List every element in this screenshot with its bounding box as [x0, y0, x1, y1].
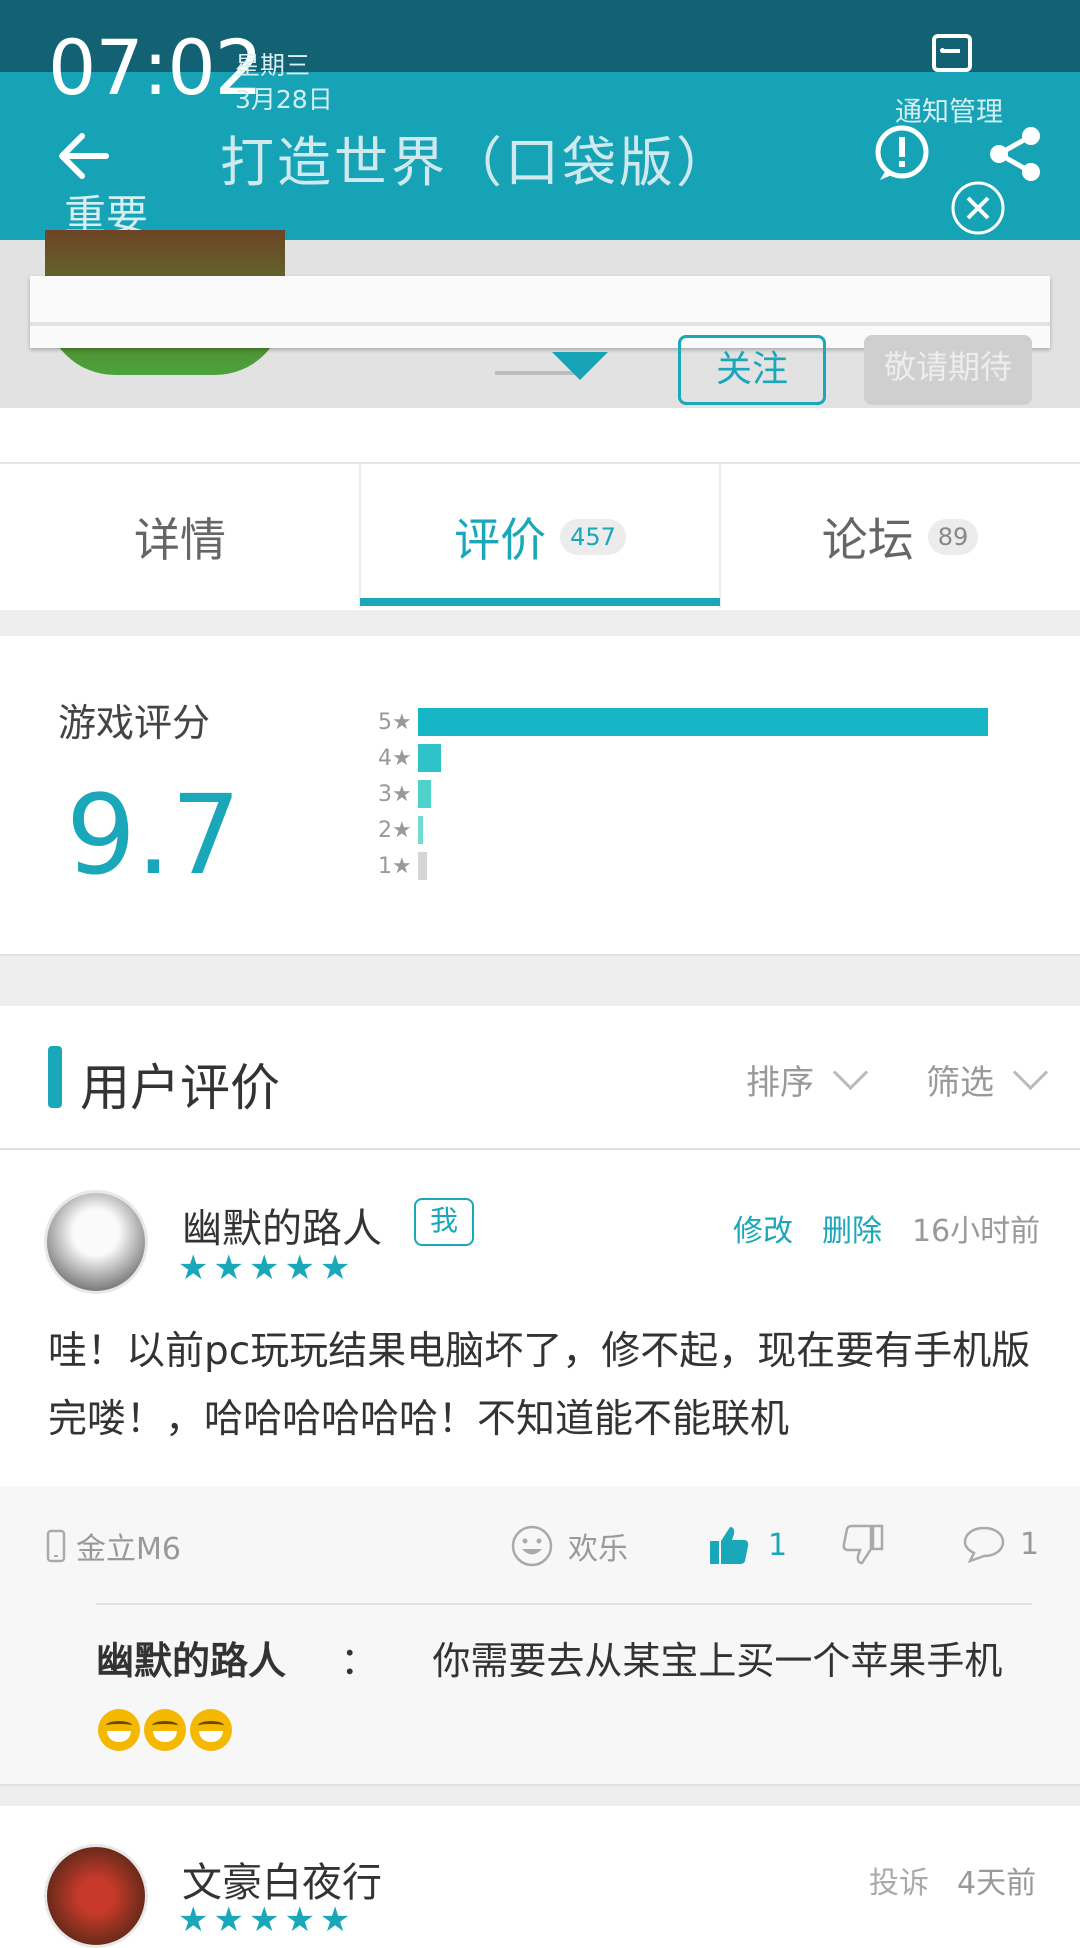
download-arrow-icon[interactable]: [552, 352, 608, 380]
tab-reviews-count: 457: [560, 519, 626, 555]
reply-text: 你需要去从某宝上买一个苹果手机: [432, 1639, 1003, 1683]
like-button[interactable]: 1: [708, 1524, 787, 1566]
review-time: 4天前: [957, 1866, 1037, 1901]
filter-chevron-down-icon[interactable]: [1012, 1054, 1049, 1091]
comment-bubble-icon: [963, 1526, 1005, 1564]
comment-button[interactable]: 1: [962, 1524, 1039, 1564]
grin-emoji-icon: [144, 1708, 186, 1751]
rating-row-label: 1★: [378, 853, 412, 879]
avatar[interactable]: [44, 1844, 148, 1948]
tab-reviews[interactable]: 评价 457: [360, 464, 720, 610]
rating-label: 游戏评分: [58, 701, 211, 745]
rating-row-label: 4★: [378, 745, 412, 771]
like-count: 1: [768, 1527, 788, 1563]
reviews-section-title: 用户评价: [80, 1059, 280, 1117]
section-accent-bar: [48, 1046, 62, 1108]
tab-bar: 详情 评价 457 论坛 89: [0, 462, 1080, 612]
tab-reviews-label: 评价: [454, 513, 547, 567]
sort-label: 排序: [746, 1063, 814, 1103]
rating-row-1: 1★: [378, 852, 427, 880]
notification-settings-icon[interactable]: [932, 34, 972, 72]
edit-review-link[interactable]: 修改: [733, 1206, 793, 1250]
rating-score: 9.7: [66, 771, 241, 899]
rating-row-5: 5★: [378, 708, 988, 736]
rating-row-2: 2★: [378, 816, 423, 844]
comment-count: 1: [1020, 1526, 1040, 1562]
reply: 幽默的路人 ： 你需要去从某宝上买一个苹果手机: [96, 1628, 1036, 1760]
tab-forum-count: 89: [927, 519, 979, 555]
section-gap: [0, 954, 1080, 1006]
grin-emoji-icon: [190, 1708, 232, 1751]
section-gap: [0, 610, 1080, 636]
avatar[interactable]: [44, 1190, 148, 1294]
rating-row-3: 3★: [378, 780, 431, 808]
section-gap: [0, 1786, 1080, 1806]
review-time: 16小时前: [912, 1214, 1041, 1249]
rating-row-label: 3★: [378, 781, 412, 807]
dislike-button[interactable]: [842, 1524, 884, 1566]
phone-icon: [46, 1529, 66, 1563]
reply-divider: [96, 1603, 1032, 1605]
tab-details-label: 详情: [134, 513, 226, 567]
popup-divider: [30, 322, 1050, 326]
review-text: 哇！以前pc玩玩结果电脑坏了，修不起，现在要有手机版完喽！，哈哈哈哈哈哈！不知道…: [48, 1329, 1031, 1442]
rating-row-label: 5★: [378, 709, 412, 735]
rating-bar-3: [418, 780, 431, 808]
review-username[interactable]: 幽默的路人: [182, 1196, 382, 1254]
rating-bar-2: [418, 816, 423, 844]
status-weekday: 星期三: [235, 51, 311, 80]
coming-soon-button[interactable]: 敬请期待: [864, 335, 1032, 405]
thumbs-down-icon: [842, 1524, 884, 1565]
report-icon[interactable]: [872, 124, 932, 184]
delete-review-link[interactable]: 删除: [822, 1206, 882, 1250]
tab-details[interactable]: 详情: [0, 464, 360, 610]
page-title: 打造世界（口袋版）: [220, 131, 733, 194]
back-arrow-icon[interactable]: [52, 124, 116, 188]
rating-bar-5: [418, 708, 988, 736]
status-time: 07:02: [48, 23, 263, 112]
active-tab-indicator: [360, 598, 720, 606]
filter-label: 筛选: [926, 1063, 994, 1103]
tab-forum[interactable]: 论坛 89: [720, 464, 1080, 610]
share-icon[interactable]: [985, 124, 1045, 184]
smile-icon: [511, 1525, 553, 1567]
me-badge: 我: [414, 1198, 474, 1246]
rating-row-4: 4★: [378, 744, 441, 772]
sort-chevron-down-icon[interactable]: [832, 1054, 869, 1091]
close-icon[interactable]: [950, 180, 1006, 236]
status-date: 3月28日: [235, 85, 333, 114]
rating-bar-1: [418, 852, 427, 880]
tab-separator: [359, 462, 361, 608]
thumbs-up-icon: [710, 1527, 749, 1564]
filter-button[interactable]: 筛选: [926, 1055, 994, 1104]
review-stars: ★★★★★: [178, 1248, 356, 1288]
review-stars: ★★★★★: [178, 1900, 356, 1940]
reply-author[interactable]: 幽默的路人: [96, 1639, 286, 1683]
tab-forum-label: 论坛: [821, 513, 914, 567]
mood-tag: 欢乐: [510, 1524, 628, 1568]
follow-button[interactable]: 关注: [678, 335, 826, 405]
device-info: 金立M6: [46, 1524, 181, 1568]
grin-emoji-icon: [98, 1708, 140, 1751]
reply-separator: ：: [340, 1639, 379, 1683]
device-name: 金立M6: [76, 1532, 181, 1567]
rating-row-label: 2★: [378, 817, 412, 843]
sort-button[interactable]: 排序: [746, 1055, 814, 1104]
mood-label: 欢乐: [568, 1532, 628, 1567]
rating-distribution: 5★ 4★ 3★ 2★ 1★: [378, 708, 998, 888]
report-review-link[interactable]: 投诉: [869, 1858, 929, 1902]
divider: [0, 1148, 1080, 1150]
rating-bar-4: [418, 744, 441, 772]
tab-separator: [719, 462, 721, 608]
